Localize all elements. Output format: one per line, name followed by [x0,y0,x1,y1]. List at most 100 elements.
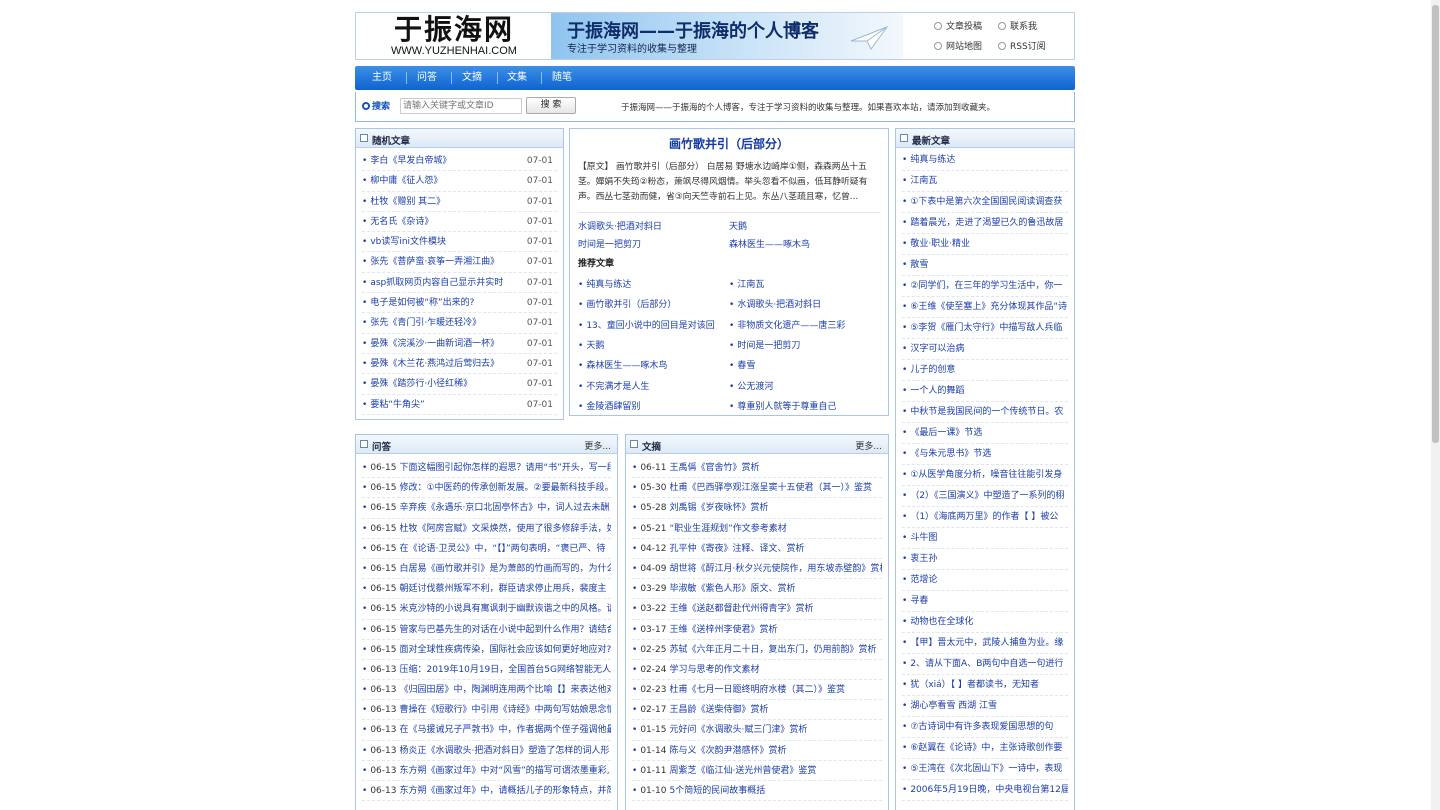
article-link[interactable]: 面对全球性疾病传染，国际社会应该如何更好地应对? [399,645,611,655]
article-link[interactable]: 一个人的舞蹈 [902,386,964,396]
recommended-link[interactable]: 公无渡河 [729,379,879,392]
article-link[interactable]: 杜牧《赠别 其二》 [362,197,445,207]
article-link[interactable]: ①从医学角度分析，噪音往往能引发身 [902,470,1062,480]
article-link[interactable]: ①下表中是第六次全国国民阅读调查获 [902,197,1062,207]
article-link[interactable]: 电子是如何被“称”出来的? [362,298,474,308]
article-link[interactable]: 张先《菩萨蛮·哀筝一弄湘江曲》 [362,257,499,267]
article-link[interactable]: 李白《早发白帝城》 [362,156,451,166]
article-link[interactable]: ②同学们，在三年的学习生活中，你一 [902,281,1062,291]
article-link[interactable]: 儿子的创意 [902,365,955,375]
rss-link[interactable]: RSS订阅 [998,39,1046,52]
article-link[interactable]: 王维《送赵都督赴代州得青字》赏析 [669,604,813,614]
article-link[interactable]: ⑤王湾在《次北固山下》一诗中，表现 [902,764,1062,774]
article-link[interactable]: 东方朔《画家过年》中对“风雪”的描写可谓浓墨重彩, [399,766,609,776]
article-link[interactable]: vb读写ini文件模块 [362,237,446,247]
article-link[interactable]: 张先《青门引·乍暖还轻冷》 [362,318,481,328]
recommended-link[interactable]: 不完满才是人生 [578,379,728,392]
article-link[interactable]: 周紫芝《临江仙·送光州曾使君》鉴赏 [669,766,816,776]
article-link[interactable]: 要粘“牛角尖” [362,400,425,410]
article-link[interactable]: 中秋节是我国民间的一个传统节日。农 [902,407,1063,417]
article-link[interactable]: 杜牧《阿房宫赋》文采焕然，使用了很多修辞手法，如 [399,524,611,534]
article-link[interactable]: （1）《海底两万里》的作者【 】被公 [902,512,1058,522]
article-link[interactable]: ⑥王维《使至塞上》充分体现其作品“诗 [902,302,1067,312]
recommended-link[interactable]: 春雪 [729,358,879,371]
article-link[interactable]: 刘禹锡《岁夜咏怀》赏析 [669,503,768,513]
article-link[interactable]: 《与朱元思书》节选 [902,449,991,459]
article-link[interactable]: 元好问《水调歌头·赋三门津》赏析 [669,725,807,735]
article-link[interactable]: 孔平仲《寄夜》注释、译文、赏析 [669,544,804,554]
article-link[interactable]: 2006年5月19日晚，中央电视台第12届全 [902,785,1068,795]
article-link[interactable]: ⑥赵翼在《论诗》中，主张诗歌创作要 [902,743,1062,753]
article-link[interactable]: 曹操在《短歌行》中引用《诗经》中两句写姑娘思念情 [399,705,611,715]
article-title[interactable]: 画竹歌并引（后部分） [570,135,888,152]
article-link[interactable]: 衷王孙 [902,554,937,564]
related-link[interactable]: 时间是一把剪刀 [578,237,641,250]
search-button[interactable]: 搜 索 [526,97,576,114]
article-link[interactable]: 柳中庸《征人怨》 [362,176,442,186]
article-link[interactable]: 王禹偁《官舍竹》赏析 [669,463,759,473]
contact-link[interactable]: 联系我 [998,19,1037,32]
article-link[interactable]: asp抓取网页内容自己显示并实时 [362,278,503,288]
article-link[interactable]: 辛弃疾《永遇乐·京口北固亭怀古》中，词人过去未酬 [399,503,609,513]
submit-article-link[interactable]: 文章投稿 [934,19,982,32]
article-link[interactable]: 王昌龄《送柴侍御》赏析 [669,705,768,715]
nav-home[interactable]: 主页 [363,66,401,90]
article-link[interactable]: 毕淑敏《紫色人形》原文、赏析 [669,584,795,594]
article-link[interactable]: 胡世将《酹江月·秋夕兴元使院作，用东坡赤壁韵》赏析 [669,564,882,574]
article-link[interactable]: 学习与思考的作文素材 [669,665,759,675]
recommended-link[interactable]: 画竹歌并引（后部分） [578,297,728,310]
article-link[interactable]: 纯真与练达 [902,155,955,165]
qa-more-link[interactable]: 更多... [584,439,611,452]
article-link[interactable]: 压缩：2019年10月19日，全国首台5G网络智能无人驾驶 [399,665,611,675]
article-link[interactable]: 修改：①中医药的传承创新发展。②要最新科技手段。 [399,483,611,493]
recommended-link[interactable]: 水调歌头·把酒对斜日 [729,297,879,310]
related-link[interactable]: 森林医生——啄木鸟 [729,237,810,250]
recommended-link[interactable]: 森林医生——啄木鸟 [578,358,728,371]
recommended-link[interactable]: 纯真与练达 [578,277,728,290]
article-link[interactable]: 寻春 [902,596,928,606]
search-input[interactable] [400,98,522,114]
article-link[interactable]: 在《马援诫兄子严敦书》中，作者据两个侄子强调他最 [399,725,611,735]
article-link[interactable]: 管家与巴基先生的对话在小说中起到什么作用？请结合 [399,625,611,635]
article-link[interactable]: 杜甫《七月一日题终明府水楼（其二）》鉴赏 [669,685,845,695]
recommended-link[interactable]: 江南瓦 [729,277,879,290]
related-link[interactable]: 水调歌头·把酒对斜日 [578,219,662,232]
recommended-link[interactable]: 13、童回小说中的回目是对该回 [578,318,728,331]
recommended-link[interactable]: 天鹅 [578,338,728,351]
article-link[interactable]: 苏轼《六年正月二十日，复出东门，仍用前韵》赏析 [669,645,876,655]
article-link[interactable]: （2）《三国演义》中塑造了一系列的栩 [902,491,1065,501]
article-link[interactable]: 无名氏《杂诗》 [362,217,433,227]
article-link[interactable]: 5个简短的民间故事概括 [669,786,765,796]
page-scrollbar[interactable] [1431,0,1440,810]
article-link[interactable]: 陈与义《次韵尹潜感怀》赏析 [669,746,786,756]
article-link[interactable]: 敬业·职业·精业 [902,239,970,249]
article-link[interactable]: 江南瓦 [902,176,937,186]
recommended-link[interactable]: 金陵酒肆留别 [578,399,728,412]
related-link[interactable]: 天鹅 [729,219,747,232]
nav-collection[interactable]: 文集 [499,66,535,90]
scrollbar-thumb[interactable] [1432,5,1439,443]
article-link[interactable]: 《归园田居》中，陶渊明连用两个比喻【】来表达他对 [399,685,611,695]
nav-essays[interactable]: 随笔 [544,66,580,90]
article-link[interactable]: 白居易《画竹歌并引》是为萧郎的竹画而写的，为什么 [399,564,611,574]
article-link[interactable]: 斗牛图 [902,533,937,543]
article-link[interactable]: 朝廷讨伐蔡州叛军不利，群臣请求停止用兵，裴度主 [399,584,606,594]
recommended-link[interactable]: 非物质文化遗产——唐三彩 [729,318,879,331]
nav-digest[interactable]: 文摘 [454,66,490,90]
article-link[interactable]: 踏着晨光，走进了渴望已久的鲁迅故居 [902,218,1063,228]
article-link[interactable]: 杜甫《巴西驿亭观江涨呈窦十五使君（其一）》鉴赏 [669,483,872,493]
article-link[interactable]: 在《论语·卫灵公》中，“【】”两句表明，“褒已严、待 [399,544,605,554]
article-link[interactable]: 范增论 [902,575,937,585]
article-link[interactable]: 湖心亭看雪 西湖 江雪 [902,701,997,711]
article-link[interactable]: 晏殊《木兰花·燕鸿过后莺归去》 [362,359,499,369]
digest-more-link[interactable]: 更多... [855,439,882,452]
article-link[interactable]: “职业生涯规划”作文参考素材 [669,524,786,534]
article-link[interactable]: 【甲】晋太元中，武陵人捕鱼为业。缘 [902,638,1063,648]
site-logo[interactable]: 于振海网 WWW.YUZHENHAI.COM [374,15,534,58]
article-link[interactable]: ⑦古诗词中有许多表现爱国思想的句 [902,722,1053,732]
article-link[interactable]: 散雪 [902,260,928,270]
article-link[interactable]: 东方朔《画家过年》中，请概括儿子的形象特点，并简 [399,786,611,796]
article-link[interactable]: 米克沙特的小说具有寓讽刺于幽默诙谐之中的风格。请 [399,604,611,614]
article-link[interactable]: 《最后一课》节选 [902,428,982,438]
article-link[interactable]: 汉字可以治病 [902,344,964,354]
